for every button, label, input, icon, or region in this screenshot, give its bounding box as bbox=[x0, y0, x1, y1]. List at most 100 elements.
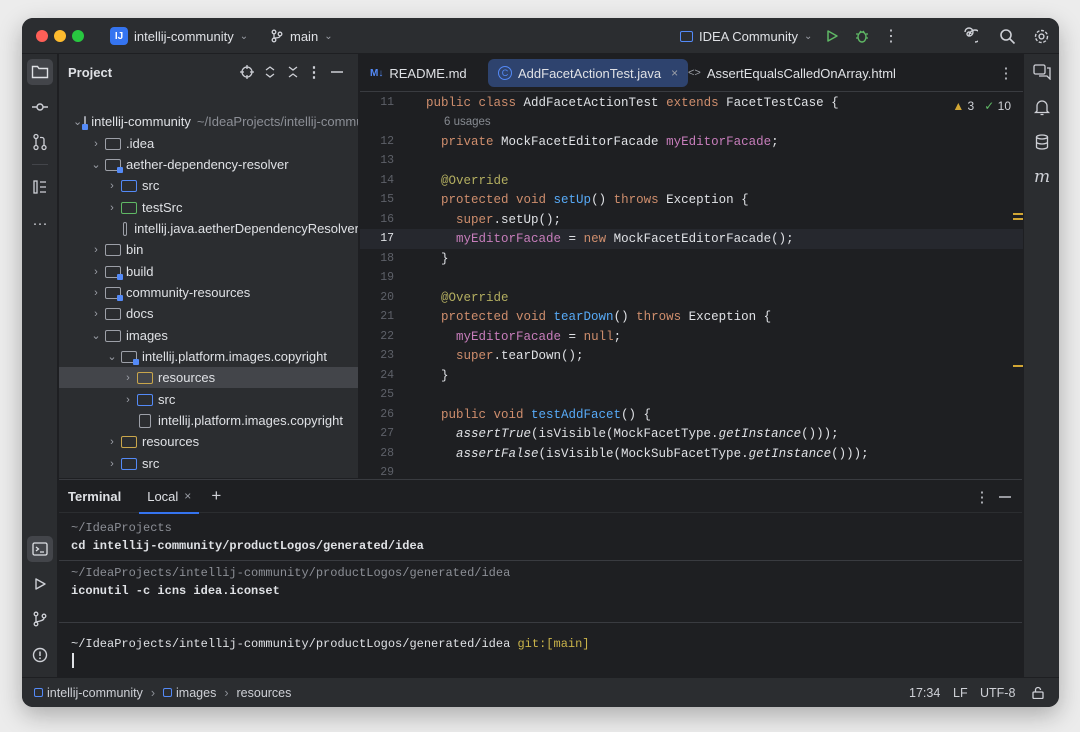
problems-tool-button[interactable] bbox=[27, 642, 53, 668]
git-tool-button[interactable] bbox=[27, 606, 53, 632]
project-options-button[interactable]: ⋮ bbox=[307, 64, 322, 81]
terminal-tool-button[interactable] bbox=[27, 536, 53, 562]
module-folder-icon bbox=[105, 286, 123, 301]
tree-item-idea[interactable]: › .idea bbox=[59, 133, 358, 154]
code-line[interactable]: 27 assertTrue(isVisible(MockFacetType.ge… bbox=[360, 424, 1023, 444]
commit-tool-button[interactable] bbox=[27, 94, 53, 120]
tree-item-intellij-community[interactable]: ⌄ intellij-community ~/IdeaProjects/inte… bbox=[59, 111, 358, 132]
more-actions-button[interactable]: ⋮ bbox=[883, 27, 899, 45]
tab-local[interactable]: Local × bbox=[139, 480, 200, 514]
run-button[interactable] bbox=[823, 27, 841, 45]
code-line[interactable]: 29 bbox=[360, 463, 1023, 478]
tabs-options-button[interactable]: ⋮ bbox=[999, 64, 1014, 82]
ai-chat-tool-button[interactable] bbox=[1029, 59, 1055, 85]
code-line[interactable]: 21 protected void tearDown() throws Exce… bbox=[360, 307, 1023, 327]
code-line[interactable]: 24 } bbox=[360, 366, 1023, 386]
hide-terminal-button[interactable] bbox=[997, 488, 1013, 506]
code-text: private MockFacetEditorFacade myEditorFa… bbox=[441, 134, 779, 149]
close-window-button[interactable] bbox=[36, 30, 48, 42]
code-line[interactable]: 19 bbox=[360, 268, 1023, 288]
close-icon[interactable]: × bbox=[184, 489, 191, 503]
minimize-window-button[interactable] bbox=[54, 30, 66, 42]
run-tool-button[interactable] bbox=[27, 571, 53, 597]
project-tool-button[interactable] bbox=[27, 59, 53, 85]
code-line[interactable]: 18 } bbox=[360, 249, 1023, 269]
locate-file-button[interactable] bbox=[239, 64, 255, 80]
structure-tool-button[interactable] bbox=[27, 174, 53, 200]
tree-item-images[interactable]: ⌄ images bbox=[59, 325, 358, 346]
tree-item-src[interactable]: › src bbox=[59, 453, 358, 474]
chevron-down-icon: ⌄ bbox=[73, 116, 83, 129]
tree-item-testsrc[interactable]: › testSrc bbox=[59, 197, 358, 218]
code-text: assertTrue(isVisible(MockFacetType.getIn… bbox=[456, 426, 839, 441]
database-tool-button[interactable] bbox=[1029, 129, 1055, 155]
maven-tool-button[interactable]: m bbox=[1029, 164, 1055, 190]
project-panel: Project ⋮ ⌄ intellij-community ~/IdeaPro… bbox=[59, 54, 359, 478]
read-only-toggle[interactable] bbox=[1032, 686, 1044, 702]
code-line[interactable]: 15 protected void setUp() throws Excepti… bbox=[360, 190, 1023, 210]
tree-item-aether-dependency-resolver[interactable]: ⌄ aether-dependency-resolver bbox=[59, 154, 358, 175]
terminal-cursor[interactable] bbox=[72, 653, 74, 668]
tree-item-bin[interactable]: › bin bbox=[59, 239, 358, 260]
breadcrumb-item[interactable]: images bbox=[176, 686, 216, 700]
collapse-all-button[interactable] bbox=[285, 64, 301, 80]
code-line[interactable]: 20 @Override bbox=[360, 288, 1023, 308]
debug-button[interactable] bbox=[853, 27, 871, 45]
tab-assertequals-html[interactable]: <> AssertEqualsCalledOnArray.html bbox=[678, 59, 906, 87]
project-switcher[interactable]: IJ intellij-community ⌄ bbox=[110, 18, 248, 54]
tree-item-src[interactable]: › src bbox=[59, 175, 358, 196]
new-tab-button[interactable]: + bbox=[211, 486, 221, 506]
notifications-tool-button[interactable] bbox=[1029, 94, 1055, 120]
line-number: 28 bbox=[380, 447, 394, 461]
code-line[interactable]: 16 super.setUp(); bbox=[360, 210, 1023, 230]
tree-item-test[interactable]: › test bbox=[59, 474, 358, 478]
tree-item-iml-file[interactable]: intellij.java.aetherDependencyResolver bbox=[59, 218, 358, 239]
tab-label: AddFacetActionTest.java bbox=[518, 65, 662, 81]
breadcrumb-item[interactable]: intellij-community bbox=[47, 686, 143, 700]
code-line[interactable]: 11 public class AddFacetActionTest extend… bbox=[360, 93, 1023, 113]
zoom-window-button[interactable] bbox=[72, 30, 84, 42]
usages-hint[interactable]: 6 usages bbox=[444, 116, 491, 128]
code-line[interactable]: 22 myEditorFacade = null; bbox=[360, 327, 1023, 347]
file-encoding[interactable]: UTF-8 bbox=[980, 686, 1015, 700]
branch-switcher[interactable]: main ⌄ bbox=[270, 18, 333, 54]
expand-all-button[interactable] bbox=[262, 64, 278, 80]
code-line[interactable]: 28 assertFalse(isVisible(MockSubFacetTyp… bbox=[360, 444, 1023, 464]
pull-requests-tool-button[interactable] bbox=[27, 129, 53, 155]
play-icon bbox=[35, 578, 46, 590]
more-tools-button[interactable]: ··· bbox=[27, 210, 53, 236]
breadcrumb-item[interactable]: resources bbox=[237, 686, 292, 700]
tree-item-resources[interactable]: › resources bbox=[59, 431, 358, 452]
tab-readme[interactable]: M↓ README.md bbox=[360, 59, 477, 87]
ai-assistant-button[interactable] bbox=[959, 26, 979, 46]
git-label: git:[main] bbox=[517, 637, 590, 651]
search-button[interactable] bbox=[997, 26, 1017, 46]
code-line[interactable]: 25 bbox=[360, 385, 1023, 405]
line-separator[interactable]: LF bbox=[953, 686, 968, 700]
caret-position[interactable]: 17:34 bbox=[909, 686, 940, 700]
terminal-options-button[interactable]: ⋮ bbox=[975, 488, 990, 506]
code-line[interactable]: 14 @Override bbox=[360, 171, 1023, 191]
tree-item-images-copyright-module[interactable]: ⌄ intellij.platform.images.copyright bbox=[59, 346, 358, 367]
code-line[interactable]: 13 bbox=[360, 151, 1023, 171]
warning-stripe-mark[interactable] bbox=[1013, 213, 1023, 215]
tree-item-docs[interactable]: › docs bbox=[59, 303, 358, 324]
code-line[interactable]: 23 super.tearDown(); bbox=[360, 346, 1023, 366]
module-folder-icon bbox=[121, 350, 139, 365]
code-line[interactable]: 12 private MockFacetEditorFacade myEdito… bbox=[360, 132, 1023, 152]
terminal-prompt: ~/IdeaProjects/intellij-community/produc… bbox=[71, 566, 511, 580]
tree-item-iml-file[interactable]: intellij.platform.images.copyright bbox=[59, 410, 358, 431]
tree-item-label: test bbox=[142, 477, 163, 478]
settings-button[interactable] bbox=[1031, 26, 1051, 46]
tree-item-src[interactable]: › src bbox=[59, 389, 358, 410]
warning-stripe-mark[interactable] bbox=[1013, 218, 1023, 220]
code-line[interactable]: 26 public void testAddFacet() { bbox=[360, 405, 1023, 425]
hide-panel-button[interactable] bbox=[329, 64, 345, 80]
code-line-current[interactable]: 17 myEditorFacade = new MockFacetEditorF… bbox=[360, 229, 1023, 249]
warning-stripe-mark[interactable] bbox=[1013, 365, 1023, 367]
tree-item-community-resources[interactable]: › community-resources bbox=[59, 282, 358, 303]
run-configuration-selector[interactable]: IDEA Community ⌄ bbox=[680, 18, 812, 54]
tree-item-resources-selected[interactable]: › resources bbox=[59, 367, 358, 389]
tree-item-build[interactable]: › build bbox=[59, 261, 358, 282]
tab-addfacetactiontest[interactable]: C AddFacetActionTest.java × bbox=[488, 59, 689, 87]
